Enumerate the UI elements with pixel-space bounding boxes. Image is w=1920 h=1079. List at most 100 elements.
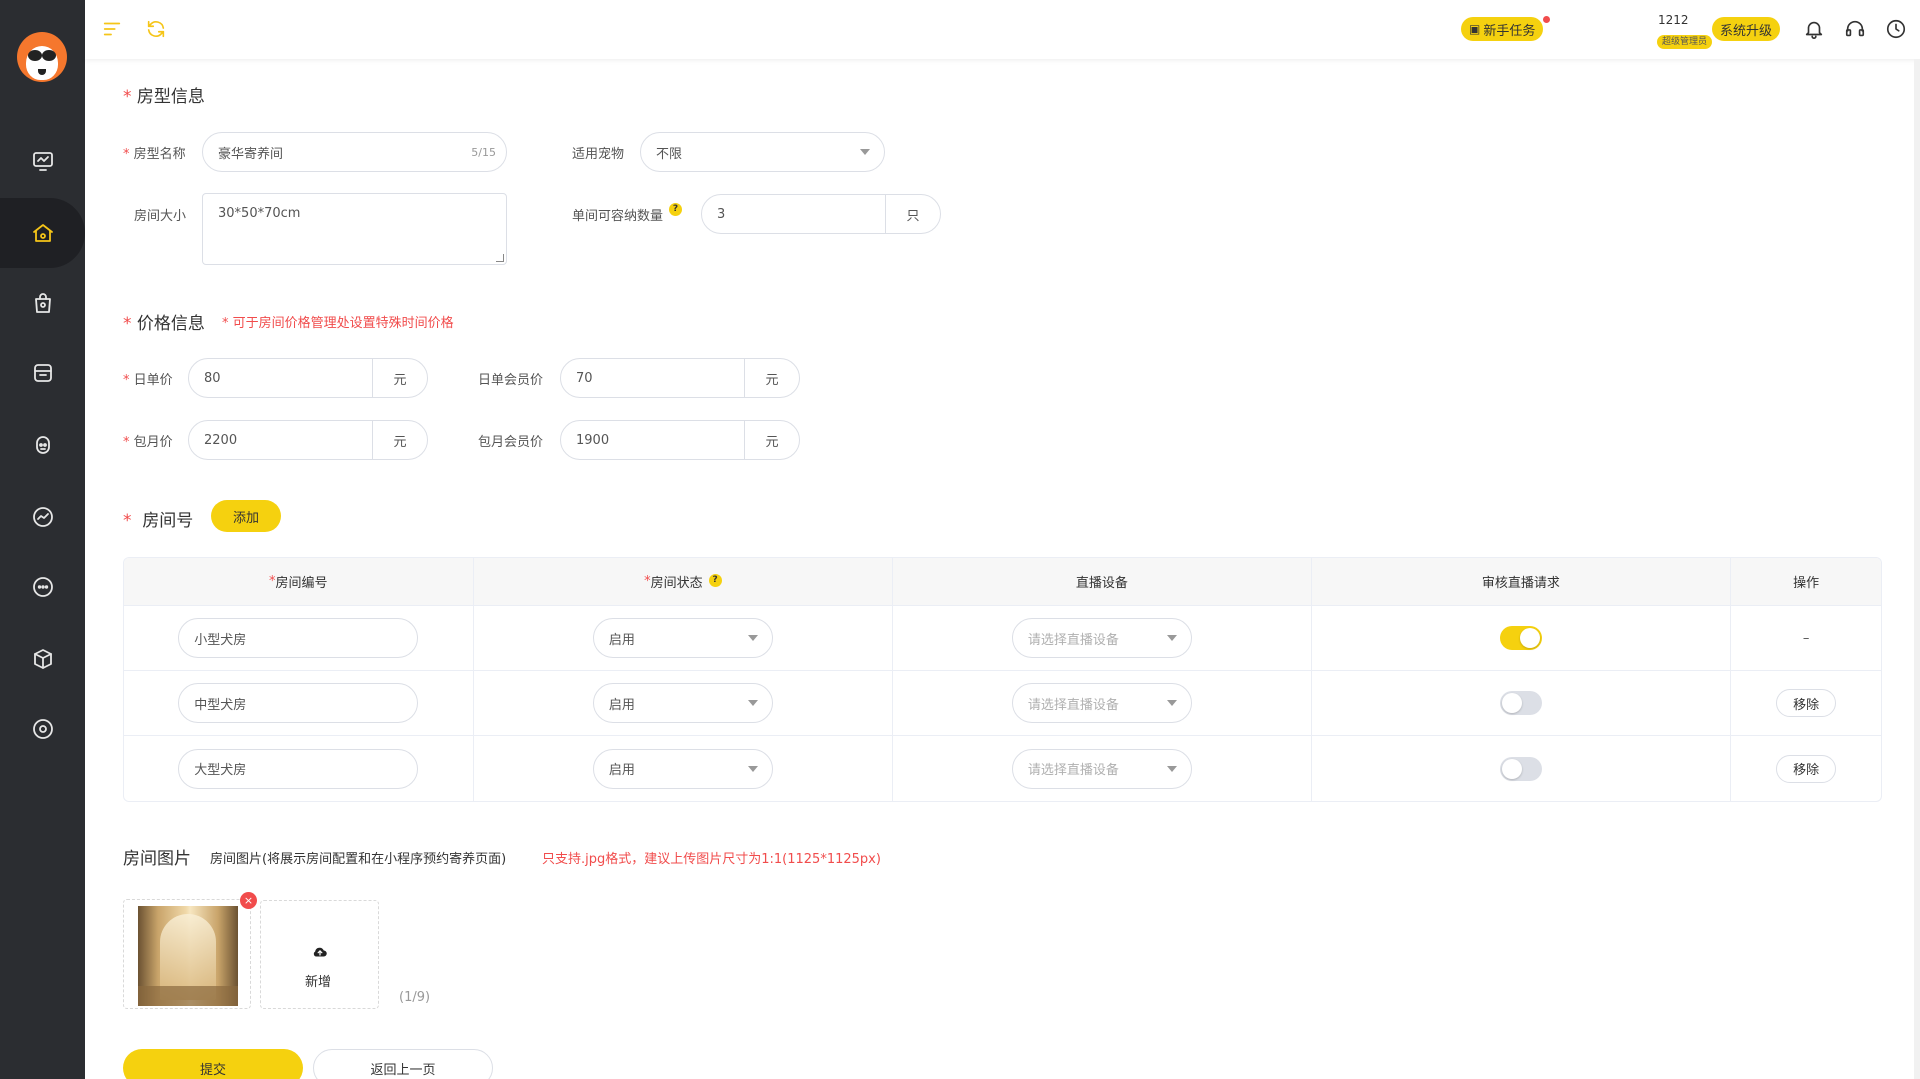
monthly-price-input[interactable]: 2200 元 bbox=[188, 420, 428, 460]
currency-unit: 元 bbox=[744, 358, 799, 398]
chevron-down-icon bbox=[1166, 765, 1177, 772]
daily-price-input[interactable]: 80 元 bbox=[188, 358, 428, 398]
bag-icon bbox=[34, 293, 51, 313]
room-number-input[interactable]: 小型犬房 bbox=[178, 618, 419, 658]
live-device-select[interactable]: 请选择直播设备 bbox=[1011, 683, 1192, 723]
submit-button[interactable]: 提交 bbox=[123, 1049, 303, 1079]
notification-dot bbox=[1543, 16, 1550, 23]
chevron-down-icon bbox=[747, 635, 758, 641]
chevron-down-icon bbox=[1166, 700, 1177, 706]
chevron-down-icon bbox=[747, 700, 758, 706]
review-live-toggle[interactable] bbox=[1499, 756, 1542, 781]
add-image-button[interactable]: 新增 bbox=[260, 900, 379, 1009]
uploaded-image-card[interactable]: × bbox=[123, 892, 257, 1009]
monthly-member-price-input[interactable]: 1900 元 bbox=[560, 420, 800, 460]
monitor-icon bbox=[32, 152, 53, 171]
col-review-live: 审核直播请求 bbox=[1312, 558, 1732, 605]
room-name-input[interactable]: 豪华寄养间 5/15 bbox=[202, 132, 507, 172]
brand-logo[interactable] bbox=[17, 32, 67, 82]
back-button[interactable]: 返回上一页 bbox=[313, 1049, 493, 1079]
box-icon bbox=[33, 649, 52, 669]
help-icon[interactable]: ? bbox=[708, 574, 722, 587]
nav-settings[interactable] bbox=[0, 694, 85, 764]
nav-messages[interactable] bbox=[0, 552, 85, 622]
room-status-select[interactable]: 启用 bbox=[592, 683, 773, 723]
nav-rooms[interactable] bbox=[0, 198, 85, 268]
menu-toggle-icon[interactable] bbox=[101, 18, 123, 40]
home-icon bbox=[32, 224, 53, 242]
table-row: 小型犬房 启用 请选择直播设备 – bbox=[124, 606, 1881, 671]
nav-pets[interactable] bbox=[0, 410, 85, 480]
capacity-unit: 只 bbox=[885, 194, 940, 234]
chat-icon bbox=[32, 577, 53, 597]
room-size-label: 房间大小 bbox=[134, 209, 187, 224]
refresh-icon[interactable] bbox=[145, 18, 167, 40]
images-description: 房间图片(将展示房间配置和在小程序预约寄养页面) bbox=[210, 852, 507, 867]
remove-room-button[interactable]: 移除 bbox=[1776, 689, 1837, 717]
currency-unit: 元 bbox=[744, 420, 799, 460]
room-photo bbox=[138, 906, 238, 1006]
review-live-toggle[interactable] bbox=[1499, 691, 1542, 715]
chart-icon bbox=[32, 507, 53, 527]
help-icon[interactable]: ? bbox=[669, 203, 683, 216]
section-price-info: * 价格信息 bbox=[123, 314, 205, 334]
clock-icon[interactable] bbox=[1885, 18, 1907, 40]
pet-type-label: 适用宠物 bbox=[572, 147, 625, 162]
new-task-button[interactable]: ▣ 新手任务 bbox=[1461, 17, 1544, 41]
resize-handle[interactable] bbox=[496, 254, 504, 262]
sidebar bbox=[0, 0, 85, 1079]
nav-orders[interactable] bbox=[0, 268, 85, 338]
nav-store[interactable] bbox=[0, 338, 85, 408]
headset-icon[interactable] bbox=[1844, 18, 1866, 40]
rooms-table: * 房间编号 * 房间状态? 直播设备 审核直播请求 操作 小型犬房 启用 请选择直… bbox=[123, 557, 1882, 802]
table-header: * 房间编号 * 房间状态? 直播设备 审核直播请求 操作 bbox=[124, 558, 1881, 606]
scrollbar[interactable] bbox=[1914, 59, 1920, 1079]
user-role-badge: 超级管理员 bbox=[1657, 35, 1713, 49]
currency-unit: 元 bbox=[372, 420, 427, 460]
live-device-select[interactable]: 请选择直播设备 bbox=[1011, 748, 1192, 789]
daily-member-price-input[interactable]: 70 元 bbox=[560, 358, 800, 398]
room-number-input[interactable]: 大型犬房 bbox=[178, 748, 419, 789]
image-count: (1/9) bbox=[399, 990, 431, 1005]
live-device-select[interactable]: 请选择直播设备 bbox=[1011, 618, 1192, 658]
nav-products[interactable] bbox=[0, 624, 85, 694]
col-live-device: 直播设备 bbox=[893, 558, 1312, 605]
gift-icon: ▣ bbox=[1469, 22, 1481, 36]
table-row: 大型犬房 启用 请选择直播设备 移除 bbox=[124, 736, 1881, 801]
nav-dashboard[interactable] bbox=[0, 126, 85, 196]
currency-unit: 元 bbox=[372, 358, 427, 398]
add-room-button[interactable]: 添加 bbox=[211, 500, 281, 532]
room-status-select[interactable]: 启用 bbox=[592, 618, 773, 658]
row-action-empty: – bbox=[1802, 630, 1810, 646]
upload-cloud-icon bbox=[313, 947, 327, 957]
daily-price-label: * 日单价 bbox=[123, 373, 173, 388]
col-actions: 操作 bbox=[1793, 576, 1820, 591]
system-upgrade-button[interactable]: 系统升级 bbox=[1712, 17, 1781, 41]
section-room-images: 房间图片 bbox=[123, 849, 191, 869]
capacity-input[interactable]: 3 只 bbox=[701, 194, 941, 234]
room-name-counter: 5/15 bbox=[471, 145, 496, 159]
room-status-select[interactable]: 启用 bbox=[592, 748, 773, 789]
nav-stats[interactable] bbox=[0, 482, 85, 552]
section-room-type-info: * 房型信息 bbox=[123, 87, 205, 107]
review-live-toggle[interactable] bbox=[1499, 626, 1542, 650]
chevron-down-icon bbox=[747, 765, 758, 772]
room-name-label: * 房型名称 bbox=[123, 147, 186, 162]
price-note: * 可于房间价格管理处设置特殊时间价格 bbox=[222, 316, 454, 331]
bell-icon[interactable] bbox=[1803, 18, 1825, 40]
main-content: * 房型信息 * 房型名称 豪华寄养间 5/15 适用宠物 不限 房间大小 30… bbox=[85, 59, 1920, 1079]
section-room-numbers: * 房间号 bbox=[123, 511, 194, 531]
monthly-price-label: * 包月价 bbox=[123, 435, 173, 450]
monthly-member-price-label: 包月会员价 bbox=[478, 435, 544, 450]
pet-icon bbox=[35, 436, 50, 454]
user-id: 1212 bbox=[1658, 13, 1689, 27]
topbar: ▣ 新手任务 1212 超级管理员 系统升级 bbox=[85, 0, 1920, 59]
delete-image-icon[interactable]: × bbox=[240, 892, 257, 909]
pet-type-select[interactable]: 不限 bbox=[640, 132, 885, 172]
remove-room-button[interactable]: 移除 bbox=[1776, 754, 1837, 783]
room-size-textarea[interactable]: 30*50*70cm bbox=[202, 193, 507, 265]
images-format-note: 只支持.jpg格式，建议上传图片尺寸为1:1(1125*1125px) bbox=[542, 852, 881, 867]
store-icon bbox=[33, 364, 52, 382]
chevron-down-icon bbox=[860, 149, 870, 155]
room-number-input[interactable]: 中型犬房 bbox=[178, 683, 419, 723]
